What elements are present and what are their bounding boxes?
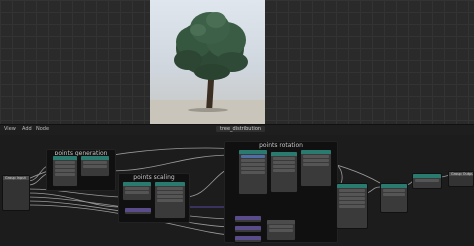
node-field[interactable] [241,167,265,170]
node-field[interactable] [339,189,365,192]
node-field[interactable] [273,161,295,164]
node-field[interactable] [55,169,75,172]
instance-on-points-node[interactable] [336,183,368,229]
node-title: Group Input [3,176,29,180]
node-field[interactable] [125,191,149,194]
node-field[interactable] [339,197,365,200]
join-geometry-node[interactable] [412,173,442,189]
node-header [155,182,185,186]
node-header [413,174,441,178]
node-field[interactable] [339,193,365,196]
node-field[interactable] [273,169,295,172]
node-field[interactable] [83,161,107,164]
node-editor[interactable]: points generation points scaling points … [0,135,474,246]
node-header [267,220,295,224]
node-field[interactable] [241,171,265,174]
node-field[interactable] [157,195,183,198]
node-header [301,150,331,154]
combine-node[interactable] [266,219,296,241]
tree-image [150,12,265,124]
3d-viewport[interactable] [0,0,474,124]
node-field[interactable] [273,165,295,168]
node-field[interactable] [241,163,265,166]
vector-node-3[interactable] [234,235,262,243]
group-output-node[interactable]: Group Output [448,171,474,187]
node-field[interactable] [383,189,405,192]
node-title: Group Output [449,172,473,176]
node-header [381,184,407,188]
distribute-points-node[interactable] [52,155,78,187]
node-field[interactable] [55,161,75,164]
node-field[interactable] [303,159,329,162]
node-field[interactable] [273,157,295,160]
node-header [235,226,261,230]
rotate-instances-node[interactable] [300,149,332,187]
render-preview [150,0,265,124]
node-field[interactable] [157,199,183,202]
vector-node[interactable] [124,207,152,215]
random-rotation-node[interactable] [270,151,298,193]
node-field[interactable] [269,229,293,232]
node-header [81,156,109,160]
vector-node-1[interactable] [234,215,262,223]
node-header [235,216,261,220]
realize-instances-node[interactable] [380,183,408,213]
node-field[interactable] [339,201,365,204]
node-field[interactable] [339,205,365,208]
menu-node[interactable]: Node [36,126,49,132]
node-field[interactable] [241,159,265,162]
node-field[interactable] [125,187,149,190]
node-field[interactable] [269,225,293,228]
scale-instances-node[interactable] [154,181,186,219]
group-input-node[interactable]: Group Input [2,175,30,211]
points-node[interactable] [80,155,110,177]
random-value-node[interactable] [122,181,152,201]
node-header [53,156,77,160]
align-euler-node[interactable] [238,149,268,195]
node-field[interactable] [55,173,75,176]
node-field[interactable] [83,165,107,168]
node-header [235,236,261,240]
node-field[interactable] [303,155,329,158]
node-field[interactable] [383,193,405,196]
menu-add[interactable]: Add [22,126,32,132]
node-field[interactable] [157,191,183,194]
node-header [239,150,267,154]
node-field[interactable] [415,179,439,182]
node-field[interactable] [241,155,265,158]
node-header [123,182,151,186]
node-field[interactable] [303,163,329,166]
menu-view[interactable]: View [4,126,16,132]
file-name-field[interactable]: tree_distribution [216,126,266,132]
node-header [337,184,367,188]
frame-title: points scaling [133,174,175,181]
node-field[interactable] [157,187,183,190]
vector-node-2[interactable] [234,225,262,233]
frame-title: points rotation [259,142,303,149]
node-field[interactable] [55,165,75,168]
node-header [271,152,297,156]
node-header [125,208,151,212]
